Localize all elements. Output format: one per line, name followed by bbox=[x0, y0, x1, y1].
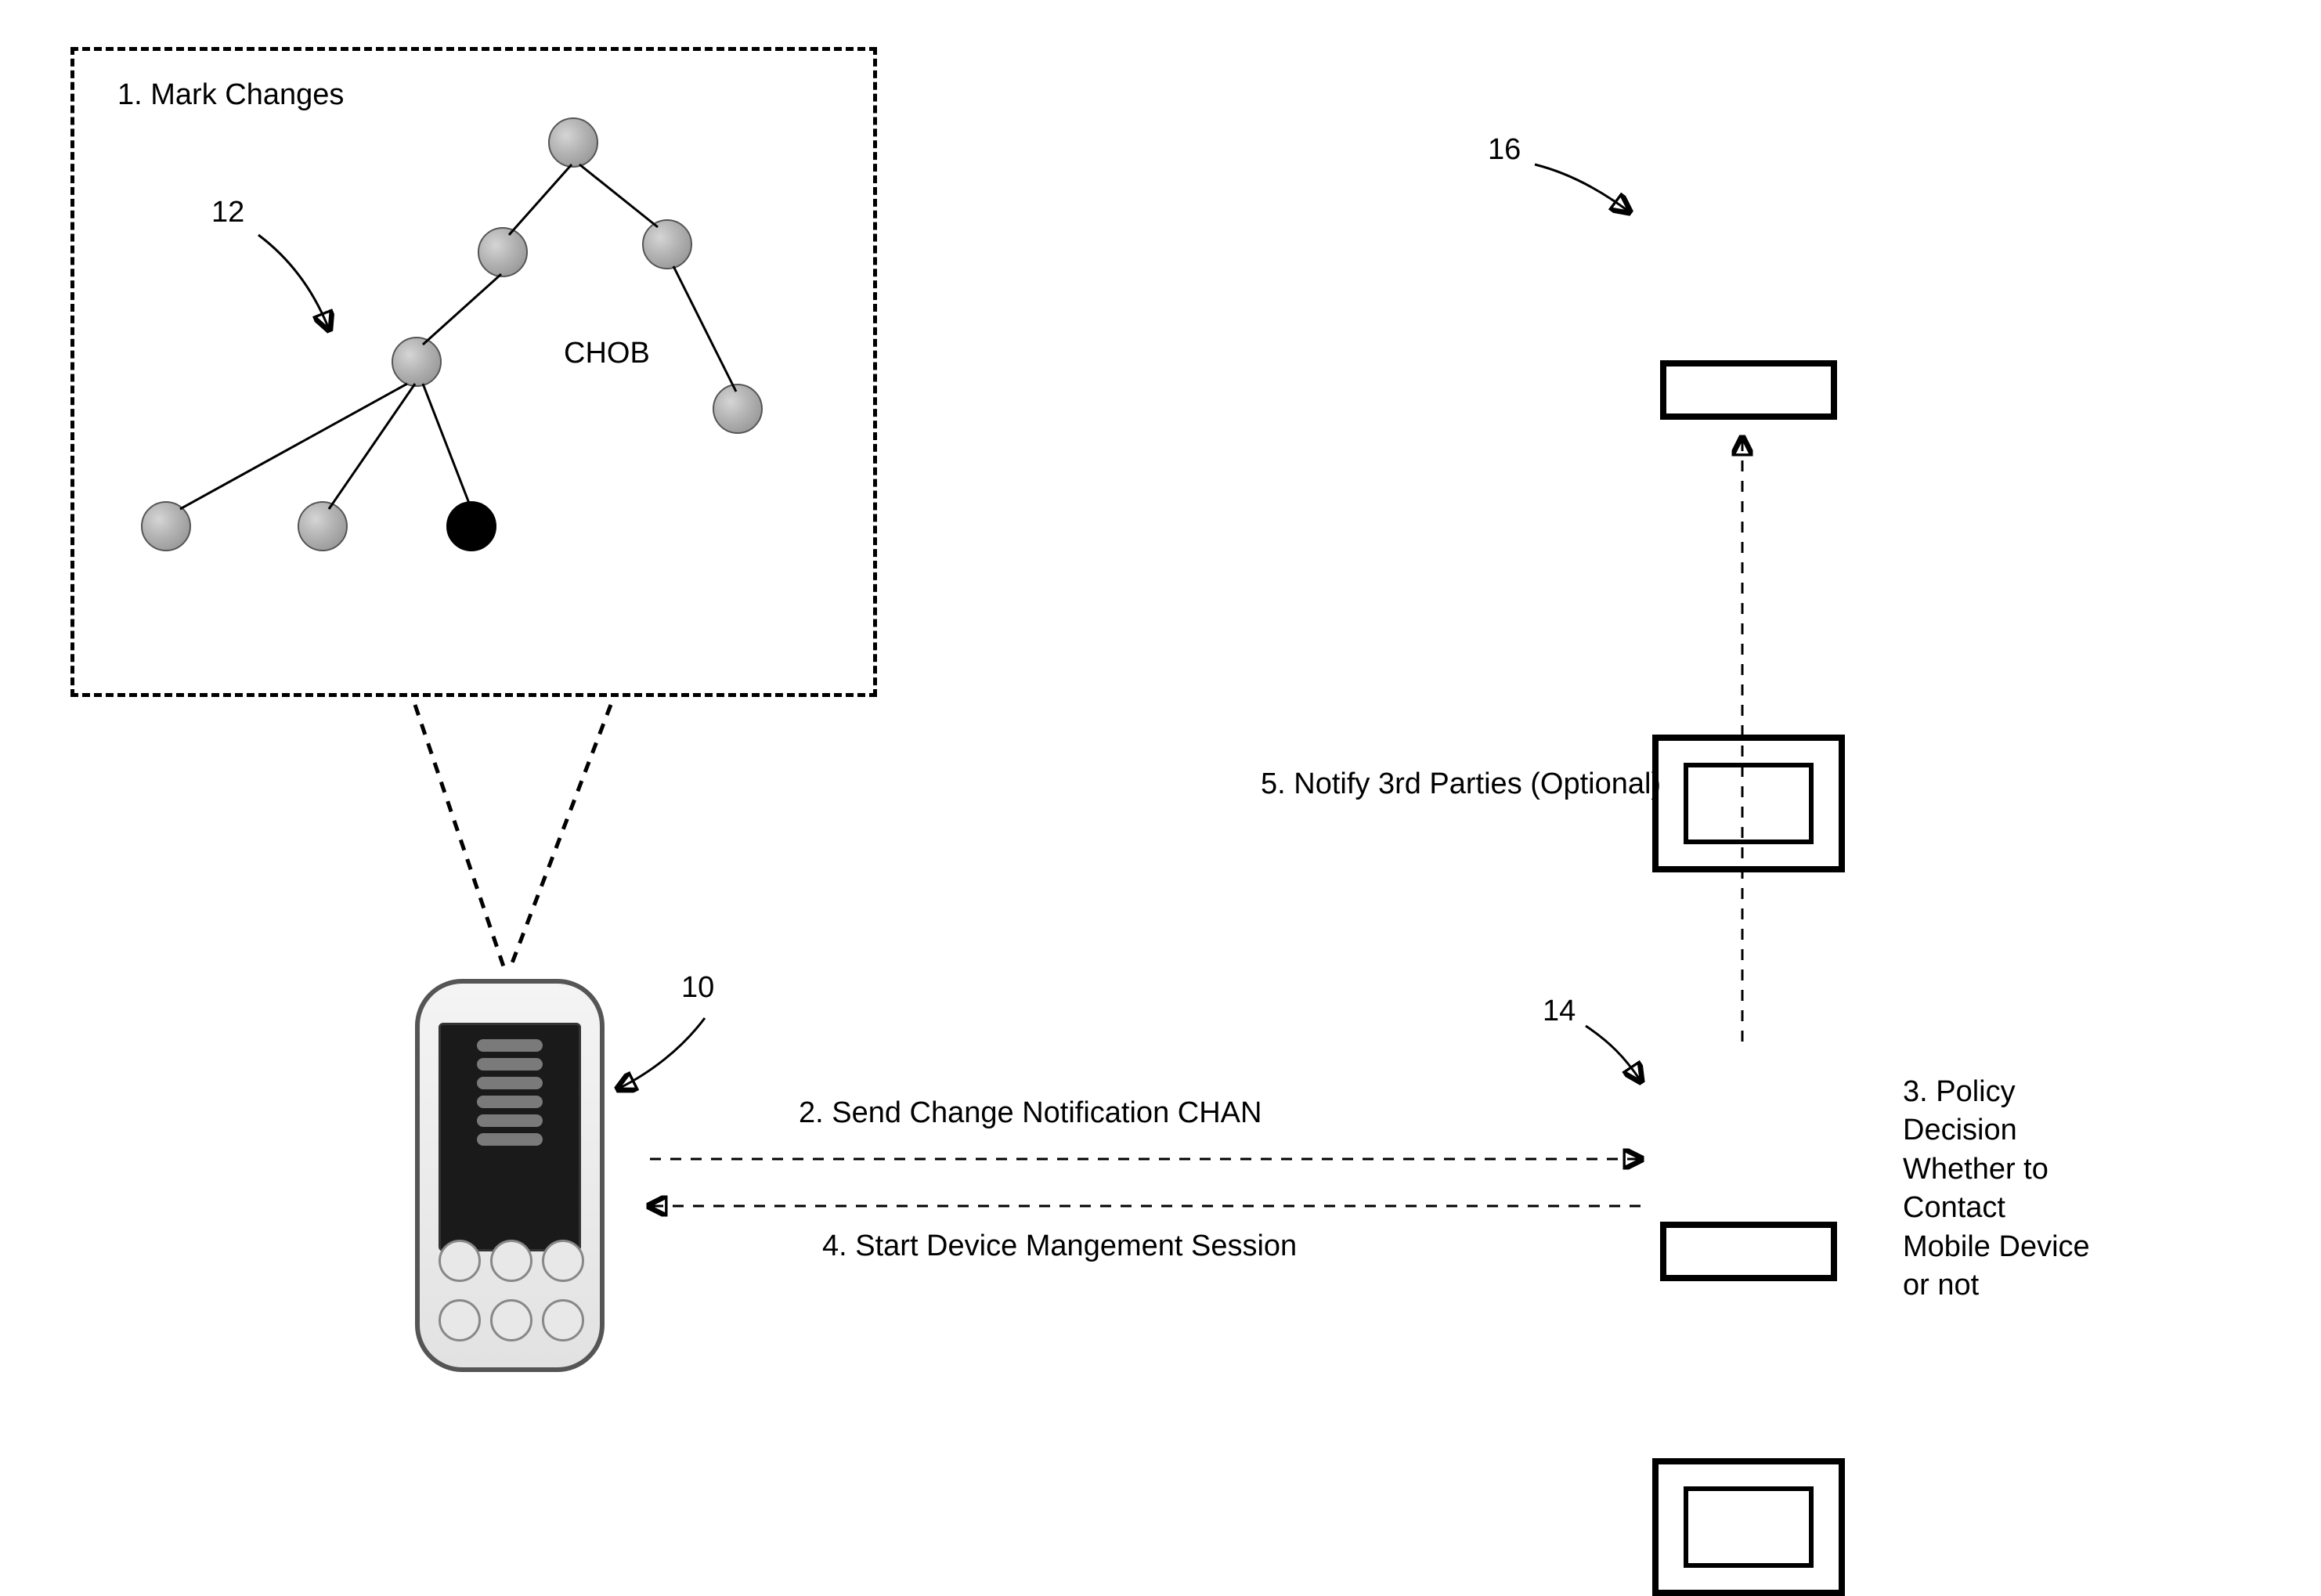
tree-node-changed bbox=[446, 501, 496, 551]
ref-phone: 10 bbox=[681, 971, 714, 1005]
tree-node bbox=[713, 384, 763, 434]
ref-tree: 12 bbox=[211, 196, 244, 229]
ref-server2: 16 bbox=[1488, 133, 1521, 167]
tree-node bbox=[642, 219, 692, 269]
phone-keypad bbox=[439, 1236, 581, 1345]
tree-chob-label: CHOB bbox=[564, 337, 650, 370]
phone-screen bbox=[439, 1023, 581, 1251]
server1-keyboard bbox=[1660, 1222, 1837, 1281]
server2-monitor bbox=[1652, 735, 1845, 872]
tree-box bbox=[70, 47, 877, 697]
phone-icon bbox=[415, 979, 605, 1372]
step-policy: 3. Policy Decision Whether to Contact Mo… bbox=[1903, 1073, 2279, 1305]
server1-screen bbox=[1684, 1486, 1814, 1568]
tree-node bbox=[141, 501, 191, 551]
step-start: 4. Start Device Mangement Session bbox=[822, 1229, 1297, 1263]
diagram-canvas: 1. Mark Changes 12 CHOB 10 14 16 2. Send… bbox=[0, 0, 2321, 1524]
box-title: 1. Mark Changes bbox=[117, 78, 344, 112]
server2-screen bbox=[1684, 763, 1814, 844]
step-notify: 5. Notify 3rd Parties (Optional) bbox=[1261, 767, 1661, 801]
tree-node bbox=[392, 337, 442, 387]
step-send: 2. Send Change Notification CHAN bbox=[799, 1096, 1262, 1130]
tree-node bbox=[548, 117, 598, 168]
server1-monitor bbox=[1652, 1458, 1845, 1596]
server2-keyboard bbox=[1660, 360, 1837, 420]
ref-server1: 14 bbox=[1543, 995, 1576, 1028]
tree-node bbox=[478, 227, 528, 277]
tree-node bbox=[298, 501, 348, 551]
